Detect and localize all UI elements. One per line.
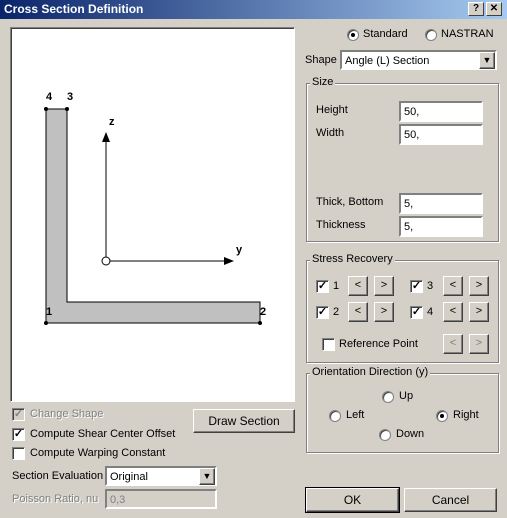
- corner-point-3: [65, 107, 69, 111]
- stress-point-2-next-button[interactable]: >: [374, 302, 394, 322]
- stress-point-3-next-button[interactable]: >: [469, 276, 489, 296]
- compute-warping-label: Compute Warping Constant: [30, 447, 166, 459]
- corner-label-2: 2: [260, 306, 267, 318]
- stress-point-3-prev-button[interactable]: <: [443, 276, 463, 296]
- chevron-down-icon[interactable]: ▼: [479, 52, 495, 69]
- z-axis-label: z: [109, 116, 115, 128]
- section-evaluation-select[interactable]: Original ▼: [105, 466, 217, 486]
- poisson-ratio-input[interactable]: 0,3: [105, 489, 217, 509]
- orientation-up-radio[interactable]: [382, 391, 394, 403]
- height-input[interactable]: 50,: [399, 101, 483, 122]
- stress-point-1-prev-button[interactable]: <: [348, 276, 368, 296]
- compute-shear-checkbox[interactable]: ✓: [12, 428, 25, 441]
- corner-point-1: [44, 321, 48, 325]
- stress-point-4-label: 4: [427, 306, 434, 318]
- reference-point-label: Reference Point: [339, 338, 418, 350]
- stress-point-2-label: 2: [333, 306, 340, 318]
- orientation-right-radio[interactable]: [436, 410, 448, 422]
- orientation-down-radio[interactable]: [379, 429, 391, 441]
- radio-standard-label: Standard: [363, 28, 408, 40]
- radio-nastran[interactable]: [425, 29, 437, 41]
- section-evaluation-value: Original: [110, 471, 148, 483]
- size-group-label: Size: [310, 76, 336, 88]
- orientation-right-label: Right: [453, 409, 479, 421]
- corner-point-2: [258, 321, 262, 325]
- stress-point-2-prev-button[interactable]: <: [348, 302, 368, 322]
- stress-point-4-next-button[interactable]: >: [469, 302, 489, 322]
- stress-point-3-label: 3: [427, 280, 434, 292]
- width-input[interactable]: 50,: [399, 124, 483, 145]
- thickness-label: Thickness: [316, 219, 366, 231]
- orientation-up-label: Up: [399, 390, 414, 402]
- thickness-input[interactable]: 5,: [399, 216, 483, 237]
- shape-select[interactable]: Angle (L) Section ▼: [340, 50, 497, 70]
- thick-bottom-label: Thick, Bottom: [316, 196, 384, 208]
- stress-recovery-group-label: Stress Recovery: [310, 253, 395, 265]
- section-drawing: [44, 107, 262, 325]
- y-axis-arrow: [224, 257, 234, 265]
- centroid-marker: [101, 256, 111, 266]
- shape-label: Shape: [305, 54, 337, 66]
- orientation-down-label: Down: [396, 428, 425, 440]
- compute-warping-checkbox[interactable]: [12, 447, 25, 460]
- stress-point-1-checkbox[interactable]: ✓: [316, 280, 329, 293]
- stress-point-2-checkbox[interactable]: ✓: [316, 306, 329, 319]
- thick-bottom-input[interactable]: 5,: [399, 193, 483, 214]
- orientation-left-label: Left: [346, 409, 365, 421]
- poisson-ratio-label: Poisson Ratio, nu: [12, 493, 99, 505]
- stress-point-4-checkbox[interactable]: ✓: [410, 306, 423, 319]
- reference-point-next-button[interactable]: >: [469, 334, 489, 354]
- radio-nastran-label: NASTRAN: [441, 28, 494, 40]
- close-button[interactable]: ✕: [486, 2, 502, 16]
- width-label: Width: [316, 127, 345, 139]
- corner-label-3: 3: [67, 91, 74, 103]
- stress-point-1-label: 1: [333, 280, 340, 292]
- orientation-group-label: Orientation Direction (y): [310, 366, 431, 378]
- section-preview: z y 4 3 1 2: [10, 27, 295, 402]
- reference-point-prev-button[interactable]: <: [443, 334, 463, 354]
- corner-label-4: 4: [46, 91, 53, 103]
- cancel-button[interactable]: Cancel: [404, 488, 497, 512]
- orientation-left-radio[interactable]: [329, 410, 341, 422]
- compute-shear-label: Compute Shear Center Offset: [30, 428, 176, 440]
- corner-label-1: 1: [46, 306, 53, 318]
- change-shape-label: Change Shape: [30, 408, 104, 420]
- radio-standard[interactable]: [347, 29, 359, 41]
- draw-section-button[interactable]: Draw Section: [193, 409, 295, 433]
- corner-point-4: [44, 107, 48, 111]
- stress-point-4-prev-button[interactable]: <: [443, 302, 463, 322]
- stress-point-3-checkbox[interactable]: ✓: [410, 280, 423, 293]
- height-label: Height: [316, 104, 348, 116]
- stress-point-1-next-button[interactable]: >: [374, 276, 394, 296]
- help-button[interactable]: ?: [468, 2, 484, 16]
- shape-select-value: Angle (L) Section: [345, 55, 430, 67]
- section-evaluation-label: Section Evaluation: [12, 470, 104, 482]
- change-shape-checkbox[interactable]: ✓: [12, 408, 25, 421]
- angle-section-shape: [45, 108, 261, 324]
- reference-point-checkbox[interactable]: [322, 338, 335, 351]
- z-axis-arrow: [102, 132, 110, 142]
- chevron-down-icon[interactable]: ▼: [199, 468, 215, 485]
- y-axis-label: y: [236, 244, 243, 256]
- window-title: Cross Section Definition: [4, 2, 144, 16]
- ok-button[interactable]: OK: [305, 487, 400, 513]
